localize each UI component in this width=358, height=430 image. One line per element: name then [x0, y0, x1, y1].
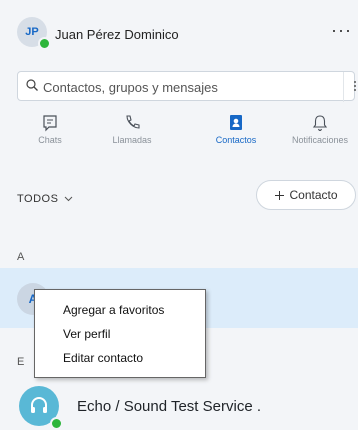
contacts-icon — [230, 115, 242, 130]
top-bar: JP Juan Pérez Dominico ··· — [0, 0, 358, 60]
menu-item-edit-contact[interactable]: Editar contacto — [35, 346, 205, 370]
search-box[interactable]: Contactos, grupos y mensajes — [17, 71, 358, 102]
add-contact-button[interactable]: Contacto — [256, 180, 356, 210]
tab-chats-label: Chats — [38, 135, 62, 145]
filter-dropdown[interactable]: TODOS — [17, 193, 73, 205]
echo-avatar[interactable] — [19, 386, 63, 430]
user-name[interactable]: Juan Pérez Dominico — [55, 27, 179, 42]
section-header-e: E — [17, 356, 25, 368]
tab-calls[interactable]: Llamadas — [97, 114, 167, 145]
avatar-initials: JP — [25, 26, 39, 38]
phone-icon — [126, 115, 140, 129]
tab-contacts-label: Contactos — [215, 135, 257, 145]
dialpad-icon — [354, 81, 356, 91]
tab-chats[interactable]: Chats — [15, 114, 85, 145]
user-avatar[interactable]: JP — [17, 17, 51, 50]
chevron-down-icon — [64, 196, 73, 202]
tab-notifications[interactable]: Notificaciones — [285, 114, 355, 145]
presence-dot — [38, 37, 51, 50]
filter-label: TODOS — [17, 193, 59, 205]
context-menu: Agregar a favoritos Ver perfil Editar co… — [34, 289, 206, 378]
plus-icon — [275, 190, 285, 200]
menu-item-add-favorite[interactable]: Agregar a favoritos — [35, 298, 205, 322]
search-input[interactable]: Contactos, grupos y mensajes — [43, 80, 218, 95]
search-icon — [26, 79, 38, 91]
tab-calls-label: Llamadas — [112, 135, 152, 145]
section-header-a: A — [17, 251, 25, 263]
tab-contacts[interactable]: Contactos — [201, 114, 271, 145]
more-options-icon[interactable]: ··· — [331, 20, 352, 41]
add-contact-label: Contacto — [289, 188, 338, 202]
headset-icon — [31, 397, 47, 413]
dialpad-button[interactable] — [343, 72, 358, 102]
chat-icon — [43, 115, 57, 132]
bell-icon — [312, 115, 328, 132]
tab-notifications-label: Notificaciones — [291, 135, 349, 145]
echo-presence-dot — [50, 417, 63, 430]
echo-contact-name[interactable]: Echo / Sound Test Service . — [77, 398, 261, 415]
menu-item-view-profile[interactable]: Ver perfil — [35, 322, 205, 346]
